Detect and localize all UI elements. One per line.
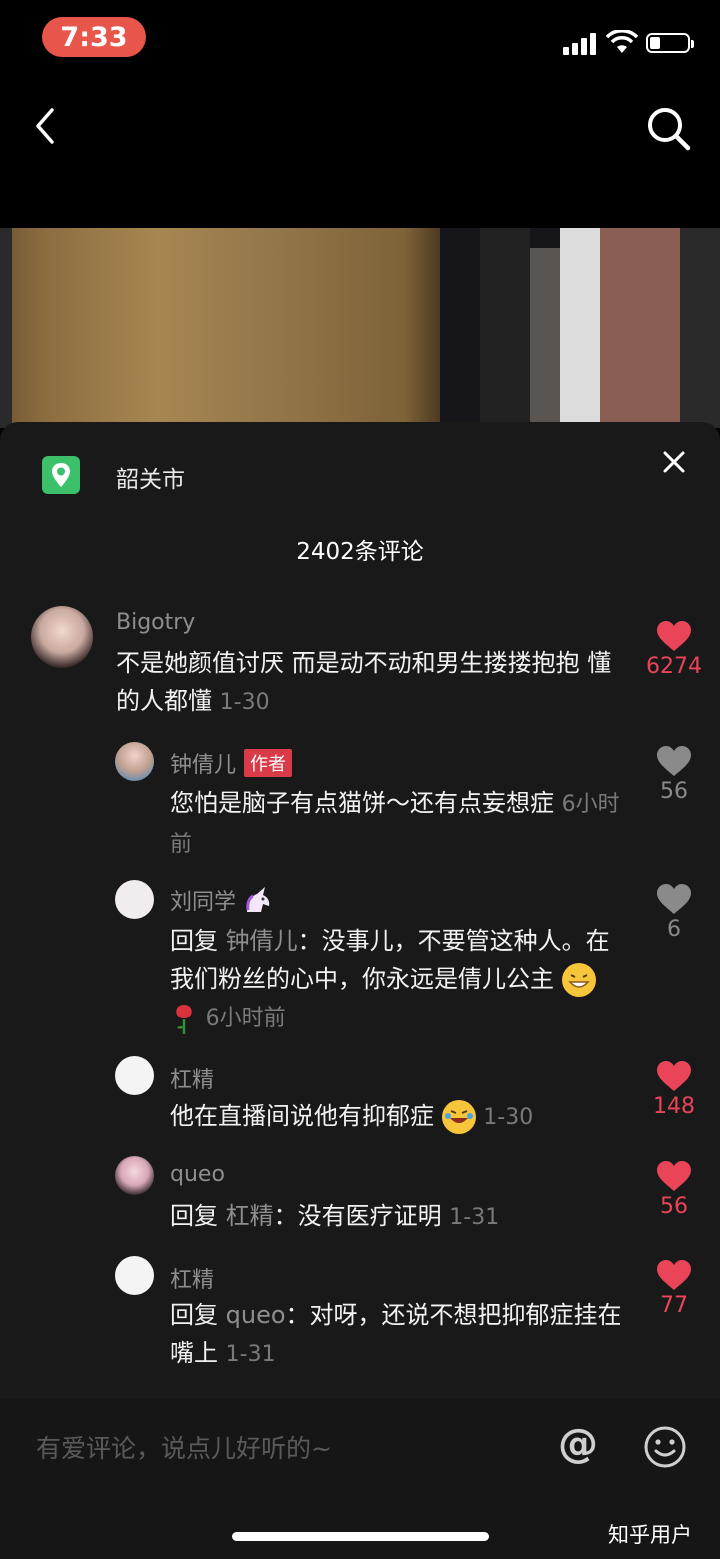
reply-to-user[interactable]: 钟倩儿 (226, 927, 298, 955)
comment-username[interactable]: queo (170, 1162, 225, 1187)
comment-username[interactable]: 刘同学 (170, 884, 273, 916)
avatar[interactable] (115, 742, 154, 781)
heart-icon (657, 1260, 691, 1290)
video-frame-edge (0, 228, 12, 428)
comment-date: 1-30 (483, 1105, 534, 1130)
heart-icon (657, 1161, 691, 1191)
like-button[interactable]: 148 (639, 1060, 709, 1119)
comment-text: 他在直播间说他有抑郁症 1-30 (170, 1097, 620, 1137)
comment-input-bar: 有爱评论，说点儿好听的~ @ 知乎用户 (0, 1399, 720, 1559)
avatar[interactable] (115, 1156, 154, 1195)
reply-to-user[interactable]: queo (226, 1301, 286, 1329)
like-button[interactable]: 6 (639, 883, 709, 942)
comment-text: 不是她颜值讨厌 而是动不动和男生搂搂抱抱 懂的人都懂 1-30 (116, 644, 626, 722)
comment-username[interactable]: 杠精 (170, 1062, 214, 1094)
wifi-icon (606, 30, 638, 53)
video-frame-wood (0, 228, 450, 428)
like-button[interactable]: 77 (639, 1259, 709, 1318)
grin-emoji-icon (561, 963, 596, 997)
comment-date: 1-31 (449, 1205, 500, 1230)
like-count: 148 (653, 1094, 695, 1119)
avatar[interactable] (115, 1056, 154, 1095)
comment-text: 回复 杠精：没有医疗证明 1-31 (170, 1197, 620, 1237)
comments-sheet: 韶关市 2402条评论 Bigotry 不是她颜值讨厌 而是动不动和男生搂搂抱抱… (0, 422, 720, 1399)
video-frame-garment (680, 228, 720, 428)
like-count: 6274 (646, 654, 702, 679)
heart-icon (657, 621, 691, 651)
comment-count: 2402条评论 (296, 539, 424, 565)
username-text[interactable]: 钟倩儿 (170, 753, 236, 778)
video-preview[interactable] (0, 228, 720, 428)
comment-body: 不是她颜值讨厌 而是动不动和男生搂搂抱抱 懂的人都懂 (116, 649, 612, 715)
location-label[interactable]: 韶关市 (116, 460, 185, 494)
heart-icon (657, 884, 691, 914)
like-count: 77 (660, 1293, 688, 1318)
home-indicator[interactable] (232, 1532, 489, 1541)
close-icon[interactable] (660, 448, 688, 476)
comment-date: 1-30 (219, 690, 270, 715)
reply-prefix: 回复 (170, 1202, 226, 1230)
like-button[interactable]: 56 (639, 745, 709, 804)
comment-text: 您怕是脑子有点猫饼～还有点妄想症 6小时前 (170, 784, 620, 864)
username-text[interactable]: 刘同学 (170, 890, 236, 915)
like-count: 56 (660, 779, 688, 804)
search-icon[interactable] (644, 104, 692, 152)
comment-date: 6小时前 (205, 1006, 286, 1031)
comment-text: 回复 钟倩儿：没事儿，不要管这种人。在我们粉丝的心中，你永远是倩儿公主 6小时前 (170, 922, 620, 1038)
reply-prefix: 回复 (170, 1301, 226, 1329)
video-frame-garment (480, 228, 530, 428)
avatar[interactable] (115, 1256, 154, 1295)
comment-text: 回复 queo：对呀，还说不想把抑郁症挂在嘴上 1-31 (170, 1296, 625, 1374)
author-badge: 作者 (244, 749, 293, 777)
comment-input[interactable]: 有爱评论，说点儿好听的~ (36, 1429, 332, 1465)
comment-username[interactable]: 杠精 (170, 1262, 214, 1294)
rose-emoji-icon (176, 1005, 192, 1034)
status-bar: 7:33 (0, 0, 720, 80)
top-nav (0, 90, 720, 170)
like-count: 56 (660, 1194, 688, 1219)
heart-icon (657, 746, 691, 776)
back-icon[interactable] (28, 106, 68, 146)
comment-body: 他在直播间说他有抑郁症 (170, 1102, 434, 1130)
reply-prefix: 回复 (170, 927, 226, 955)
unicorn-emoji-icon (246, 887, 270, 912)
emoji-picker-icon[interactable] (643, 1425, 687, 1469)
comment-username[interactable]: 钟倩儿 作者 (170, 747, 293, 779)
location-icon[interactable] (42, 456, 80, 494)
avatar[interactable] (31, 606, 93, 668)
battery-icon (646, 33, 694, 53)
like-count: 6 (667, 917, 681, 942)
comment-body: 您怕是脑子有点猫饼～还有点妄想症 (170, 789, 554, 817)
like-button[interactable]: 6274 (639, 620, 709, 679)
status-time: 7:33 (42, 17, 146, 57)
video-frame-garment (600, 228, 680, 428)
watermark: 知乎用户 (608, 1523, 692, 1547)
laughing-emoji-icon (441, 1100, 476, 1134)
signal-icon (563, 33, 596, 55)
like-button[interactable]: 56 (639, 1160, 709, 1219)
reply-to-user[interactable]: 杠精 (226, 1202, 274, 1230)
comment-username[interactable]: Bigotry (116, 610, 195, 635)
comment-date: 1-31 (225, 1342, 276, 1367)
comment-body: ：没有医疗证明 (273, 1202, 442, 1230)
heart-icon (657, 1061, 691, 1091)
mention-icon[interactable]: @ (558, 1421, 598, 1467)
avatar[interactable] (115, 880, 154, 919)
